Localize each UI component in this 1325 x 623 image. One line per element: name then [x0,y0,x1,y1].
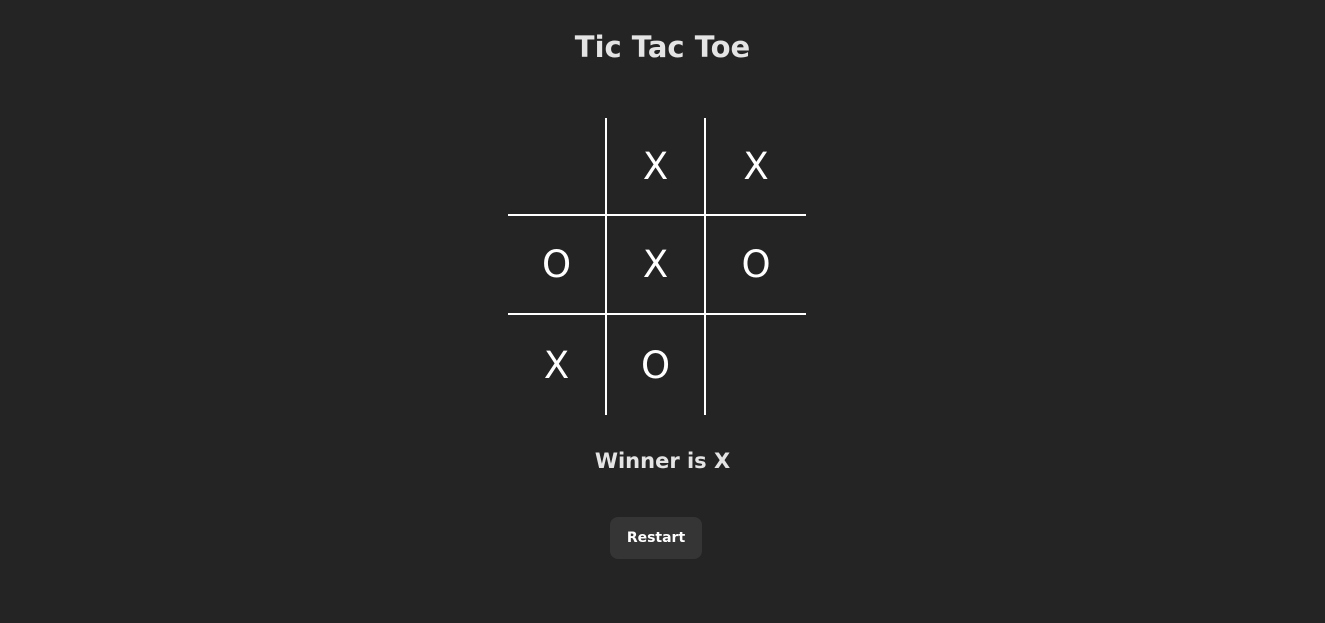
board-cell[interactable] [508,118,607,216]
restart-button[interactable]: Restart [610,517,702,559]
board-cell[interactable]: O [706,216,806,315]
game-board: X X O X O X O [508,118,806,415]
board-cell[interactable] [706,315,806,415]
board-cell[interactable]: X [607,118,706,216]
board-cell[interactable]: X [508,315,607,415]
board-cell[interactable]: X [607,216,706,315]
board-cell[interactable]: O [508,216,607,315]
game-status: Winner is X [594,449,731,473]
page-title: Tic Tac Toe [574,30,751,64]
board-cell[interactable]: O [607,315,706,415]
board-cell[interactable]: X [706,118,806,216]
